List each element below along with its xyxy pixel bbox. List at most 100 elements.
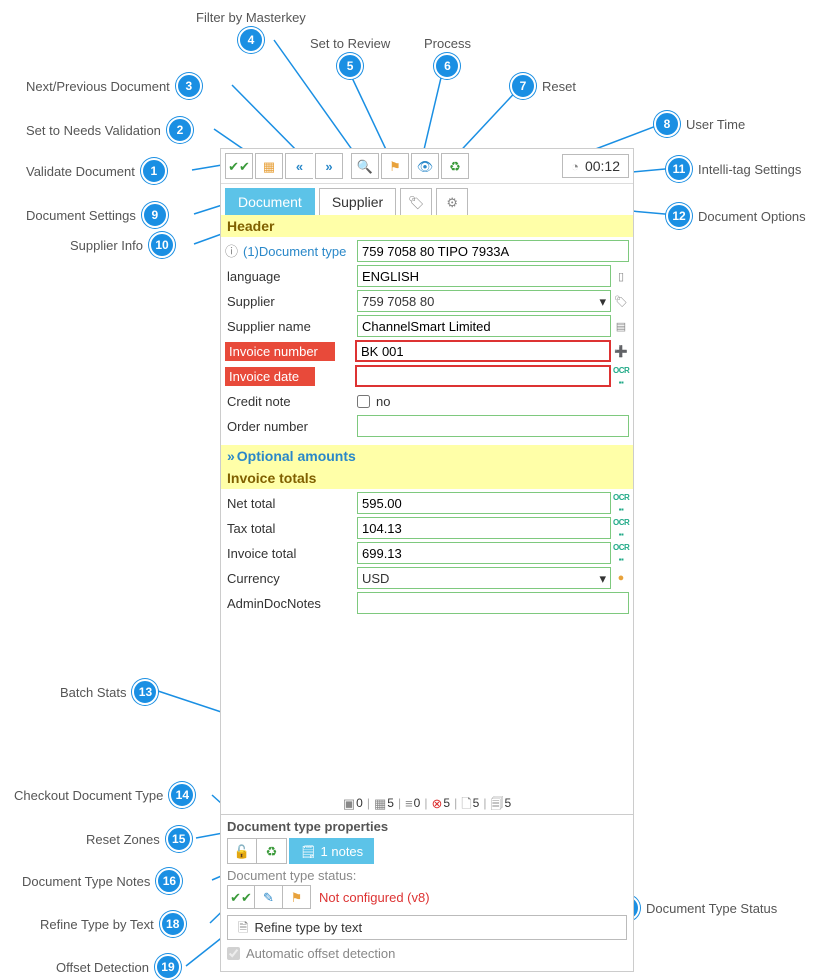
document-panel: ✔✔ ▦ « » 🔍 ⚑ 👁 ♻ ◔ 00:12 Document Suppli… [220, 148, 634, 972]
timer-value: 00:12 [585, 158, 620, 174]
optional-amounts-section[interactable]: » Optional amounts [221, 445, 633, 467]
order-number-input[interactable] [357, 415, 629, 437]
refine-type-button[interactable]: 🗎 Refine type by text [227, 915, 627, 940]
net-total-ocr-icon: OCR▪▪ [613, 491, 629, 515]
callout-1: 1 [141, 158, 167, 184]
callout-18: 18 [160, 911, 186, 937]
currency-label: Currency [225, 571, 357, 586]
callout-13: 13 [132, 679, 158, 705]
intellitag-settings-button[interactable]: 🏷 [400, 188, 432, 215]
callout-4-label: Filter by Masterkey [196, 10, 306, 25]
callout-5-label: Set to Review [310, 36, 390, 51]
callout-10-label: Supplier Info [70, 238, 143, 253]
dt-status-btn-1[interactable]: ✔✔ [227, 885, 255, 909]
refine-type-label: Refine type by text [254, 920, 362, 935]
currency-warn-icon: ● [613, 572, 629, 584]
invoice-date-label: Invoice date [225, 367, 315, 386]
batch-icon-error: ⊗ [431, 797, 442, 810]
admin-notes-input[interactable] [357, 592, 629, 614]
credit-note-label: Credit note [225, 394, 357, 409]
document-type-label[interactable]: (1)Document type [241, 244, 357, 259]
header-form: ⓘ (1)Document type language ▯ Supplier 7… [221, 237, 633, 445]
supplier-tag-icon[interactable]: 🏷 [613, 295, 629, 308]
invoice-number-label: Invoice number [225, 342, 335, 361]
callout-7-label: Reset [542, 79, 576, 94]
reset-zones-button[interactable]: ♻ [257, 838, 287, 864]
tab-document[interactable]: Document [225, 188, 315, 215]
tabs: Document Supplier 🏷 ⚙ [221, 184, 633, 215]
auto-offset-checkbox[interactable]: Automatic offset detection [227, 946, 627, 961]
batch-icon-1: ▣ [343, 797, 355, 810]
process-button[interactable]: 👁 [411, 153, 439, 179]
dt-status-value: Not configured (v8) [319, 890, 430, 905]
batch-icon-3: ≡ [405, 797, 413, 810]
batch-stats: ▣0| ▦5| ≡0| ⊗5| 🗋5| 🗐5 [221, 792, 633, 814]
notes-button-label: 1 notes [321, 844, 364, 859]
language-side-icon[interactable]: ▯ [613, 270, 629, 283]
callout-8-label: User Time [686, 117, 745, 132]
callout-9-label: Document Settings [26, 208, 136, 223]
expand-icon: » [227, 448, 235, 464]
set-review-button[interactable]: ⚑ [381, 153, 409, 179]
invoice-number-add-icon[interactable]: ➕ [613, 345, 629, 358]
callout-12: 12 [666, 203, 692, 229]
language-input[interactable] [357, 265, 611, 287]
invoice-date-input[interactable] [355, 365, 611, 387]
callout-6-label: Process [424, 36, 471, 51]
supplier-label: Supplier [225, 294, 357, 309]
prev-document-button[interactable]: « [285, 153, 313, 179]
language-label: language [225, 269, 357, 284]
callout-10: 10 [149, 232, 175, 258]
callout-17-label: Document Type Status [646, 901, 777, 916]
supplier-name-input[interactable] [357, 315, 611, 337]
totals-form: Net total OCR▪▪ Tax total OCR▪▪ Invoice … [221, 489, 633, 622]
callout-18-label: Refine Type by Text [40, 917, 154, 932]
callout-2: 2 [167, 117, 193, 143]
invoice-totals-section-title: Invoice totals [221, 467, 633, 489]
order-number-label: Order number [225, 419, 357, 434]
checkout-doc-type-button[interactable]: 🔓 [227, 838, 257, 864]
invoice-date-ocr-icon: OCR▪▪ [613, 364, 629, 388]
currency-select[interactable]: USD ▾ [357, 567, 611, 589]
callout-6: 6 [434, 53, 460, 79]
info-icon: ⓘ [225, 245, 241, 258]
tax-total-input[interactable] [357, 517, 611, 539]
callout-5: 5 [337, 53, 363, 79]
admin-notes-label: AdminDocNotes [225, 596, 357, 611]
invoice-total-label: Invoice total [225, 546, 357, 561]
callout-16-label: Document Type Notes [22, 874, 150, 889]
credit-note-text: no [376, 394, 390, 409]
invoice-number-input[interactable] [355, 340, 611, 362]
callout-14: 14 [169, 782, 195, 808]
callout-2-label: Set to Needs Validation [26, 123, 161, 138]
chevron-down-icon: ▾ [599, 295, 606, 308]
needs-validation-button[interactable]: ▦ [255, 153, 283, 179]
document-options-button[interactable]: ⚙ [436, 188, 468, 215]
doc-type-notes-button[interactable]: 🗒 1 notes [289, 838, 374, 864]
callout-19-label: Offset Detection [56, 960, 149, 975]
dt-status-btn-3[interactable]: ⚑ [283, 885, 311, 909]
supplier-select[interactable]: 759 7058 80 ▾ [357, 290, 611, 312]
invoice-total-ocr-icon: OCR▪▪ [613, 541, 629, 565]
notes-icon: 🗒 [300, 845, 317, 858]
filter-masterkey-button[interactable]: 🔍 [351, 153, 379, 179]
auto-offset-label: Automatic offset detection [246, 946, 395, 961]
credit-note-checkbox[interactable]: no [357, 394, 390, 409]
dt-status-btn-2[interactable]: ✎ [255, 885, 283, 909]
validate-button[interactable]: ✔✔ [225, 153, 253, 179]
supplier-name-db-icon[interactable]: ▤ [613, 320, 629, 333]
refine-icon: 🗎 [238, 921, 248, 934]
net-total-input[interactable] [357, 492, 611, 514]
document-type-properties: Document type properties 🔓 ♻ 🗒 1 notes D… [221, 814, 633, 971]
document-type-input[interactable] [357, 240, 629, 262]
reset-button[interactable]: ♻ [441, 153, 469, 179]
callout-16: 16 [156, 868, 182, 894]
invoice-total-input[interactable] [357, 542, 611, 564]
tab-supplier[interactable]: Supplier [319, 188, 396, 215]
callout-3: 3 [176, 73, 202, 99]
tax-total-label: Tax total [225, 521, 357, 536]
next-document-button[interactable]: » [315, 153, 343, 179]
callout-19: 19 [155, 954, 181, 980]
batch-icon-6: 🗐 [490, 797, 503, 810]
callout-9: 9 [142, 202, 168, 228]
